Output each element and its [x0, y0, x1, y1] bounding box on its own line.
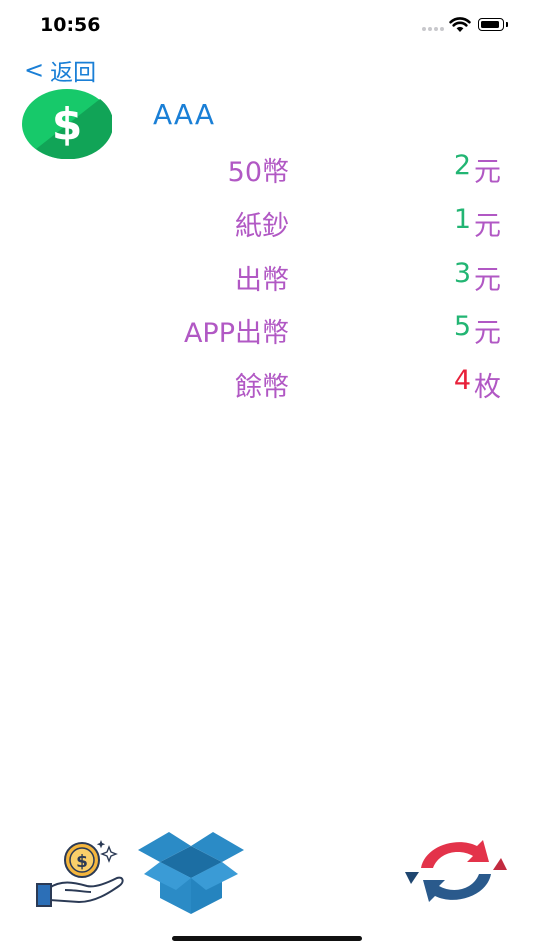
stat-value: 4 [453, 365, 471, 396]
status-bar: 10:56 [0, 0, 534, 50]
stat-row-banknote: 紙鈔 1 元 [0, 204, 534, 244]
stat-value: 1 [453, 204, 471, 235]
battery-icon [478, 18, 504, 31]
stat-unit: 元 [474, 265, 501, 296]
stat-row-dispensed: 出幣 3 元 [0, 258, 534, 298]
stat-unit: 元 [474, 157, 501, 188]
stat-value: 3 [453, 258, 471, 289]
dollar-circle-icon: $ [22, 89, 112, 159]
stat-row-remaining: 餘幣 4 枚 [0, 365, 534, 405]
home-indicator[interactable] [172, 936, 362, 941]
page-title: AAA [153, 98, 216, 131]
status-time: 10:56 [40, 14, 101, 36]
stat-value: 5 [453, 311, 471, 342]
stat-row-app-dispensed: APP出幣 5 元 [0, 311, 534, 351]
svg-text:$: $ [76, 852, 88, 872]
stat-label: APP出幣 [183, 318, 289, 349]
back-button[interactable]: < 返回 [24, 53, 96, 87]
back-chevron-icon: < [24, 56, 45, 84]
back-label: 返回 [50, 60, 97, 86]
stat-value: 2 [453, 150, 471, 181]
stat-label: 餘幣 [235, 372, 289, 403]
refresh-arrows-icon[interactable] [405, 836, 507, 906]
hand-coin-icon[interactable]: $ [35, 840, 125, 910]
stat-unit: 元 [474, 211, 501, 242]
stat-label: 出幣 [235, 265, 289, 296]
stat-unit: 元 [474, 318, 501, 349]
stat-label: 50幣 [227, 157, 289, 188]
open-box-icon[interactable] [138, 826, 244, 916]
stat-label: 紙鈔 [235, 211, 289, 242]
cellular-signal-icon [422, 27, 444, 31]
wifi-icon [449, 17, 471, 32]
stat-unit: 枚 [474, 372, 501, 403]
svg-text:$: $ [52, 99, 83, 150]
battery-tip [506, 22, 508, 27]
stat-row-coin50: 50幣 2 元 [0, 150, 534, 190]
